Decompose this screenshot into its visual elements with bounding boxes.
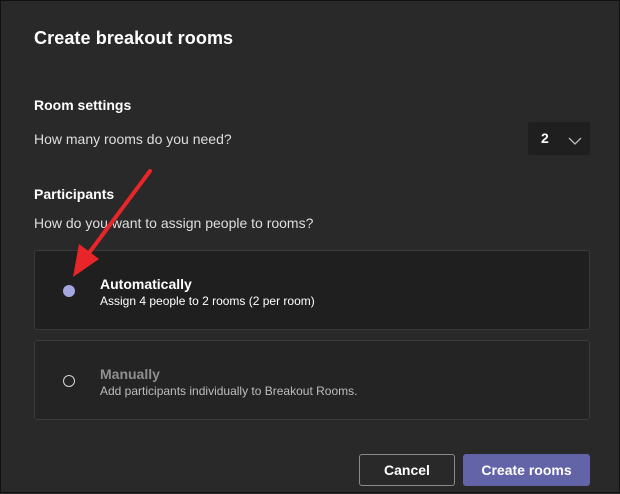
radio-selected-icon[interactable] bbox=[63, 285, 75, 297]
participants-heading: Participants bbox=[34, 186, 115, 202]
cancel-button[interactable]: Cancel bbox=[359, 454, 455, 486]
chevron-down-icon bbox=[568, 133, 582, 151]
rooms-count-question: How many rooms do you need? bbox=[34, 131, 232, 147]
option-description: Assign 4 people to 2 rooms (2 per room) bbox=[100, 294, 315, 308]
radio-unselected-icon[interactable] bbox=[63, 375, 75, 387]
red-annotation-arrow-icon bbox=[73, 169, 152, 277]
rooms-count-dropdown[interactable]: 2 bbox=[528, 122, 590, 155]
room-settings-heading: Room settings bbox=[34, 97, 132, 113]
rooms-count-value: 2 bbox=[541, 130, 549, 146]
option-title: Automatically bbox=[100, 276, 192, 292]
option-title: Manually bbox=[100, 366, 160, 382]
assign-automatically-option[interactable]: Automatically Assign 4 people to 2 rooms… bbox=[34, 250, 590, 330]
assign-manually-option[interactable]: Manually Add participants individually t… bbox=[34, 340, 590, 420]
option-description: Add participants individually to Breakou… bbox=[100, 384, 358, 398]
create-breakout-rooms-dialog: Create breakout rooms Room settings How … bbox=[0, 0, 620, 493]
dialog-title: Create breakout rooms bbox=[34, 28, 234, 48]
create-rooms-button[interactable]: Create rooms bbox=[463, 454, 590, 486]
assign-method-question: How do you want to assign people to room… bbox=[34, 215, 314, 231]
